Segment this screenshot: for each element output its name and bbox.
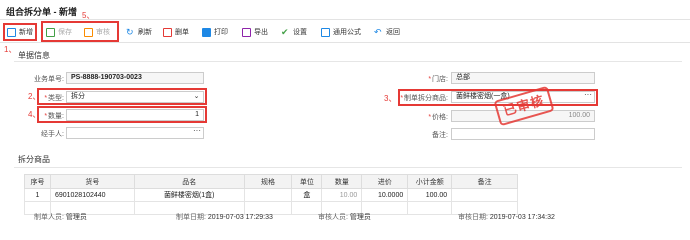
back-icon: ↶ — [374, 26, 382, 37]
col-header-qty: 数量 — [321, 174, 363, 189]
footer-auditor: 审核人员: 管理员 — [318, 212, 371, 222]
cell-qty: 10.00 — [321, 188, 363, 202]
print-button-label: 打印 — [214, 29, 228, 36]
delete-doc-button[interactable]: 删单 — [163, 25, 189, 39]
qty-label-text: 数量: — [48, 113, 64, 120]
qty-input[interactable]: 1 — [66, 109, 204, 121]
maker-value: 管理员 — [65, 214, 87, 221]
col-header-remark: 备注 — [451, 174, 518, 189]
annotation-3: 3、 — [384, 94, 397, 103]
delete-doc-icon — [163, 27, 172, 37]
store-label: *门店: — [428, 76, 448, 83]
col-header-subtotal: 小计金额 — [407, 174, 453, 189]
remark-label: 备注: — [432, 132, 448, 139]
doc-no-label: 业务单号: — [34, 76, 64, 83]
auditor-value: 管理员 — [349, 214, 371, 221]
window-title: 组合拆分单 - 新增 — [6, 7, 77, 17]
make-date-value: 2019-07-03 17:29:33 — [207, 214, 273, 221]
col-header-sku: 货号 — [49, 174, 135, 189]
product-label-text: 制单拆分商品: — [404, 95, 448, 102]
type-select-value: 拆分 — [71, 93, 85, 100]
footer-make-date: 制单日期: 2019-07-03 17:29:33 — [176, 212, 273, 222]
maker-label: 制单人员: — [34, 214, 64, 221]
type-label-text: 类型: — [48, 95, 64, 102]
refresh-button[interactable]: ↻ 刷新 — [126, 25, 152, 39]
back-button[interactable]: ↶ 返回 — [374, 25, 400, 39]
table-header-row: 序号 货号 品名 规格 单位 数量 进价 小计金额 备注 — [24, 174, 518, 189]
type-label: *类型: — [44, 95, 64, 102]
cell-name: 菌鲜楼密烟(1盒) — [133, 188, 245, 202]
product-label: *制单拆分商品: — [400, 95, 448, 102]
audit-date-value: 2019-07-03 17:34:32 — [489, 214, 555, 221]
cell-cost: 10.0000 — [361, 188, 409, 202]
highlight-new-button — [3, 23, 37, 41]
table-row[interactable]: 1 6901028102440 菌鲜楼密烟(1盒) 盒 10.00 10.000… — [24, 188, 518, 202]
cell-sku: 6901028102440 — [49, 188, 135, 202]
export-button[interactable]: 导出 — [242, 25, 268, 39]
col-header-spec: 规格 — [243, 174, 293, 189]
price-label-text: 价格: — [432, 114, 448, 121]
settings-button-label: 设置 — [293, 29, 307, 36]
items-divider — [14, 167, 682, 168]
formula-icon — [321, 27, 330, 37]
footer-audit-date: 审核日期: 2019-07-03 17:34:32 — [458, 212, 555, 222]
items-table: 序号 货号 品名 规格 单位 数量 进价 小计金额 备注 1 690102810… — [24, 174, 518, 215]
items-section-title: 拆分商品 — [18, 155, 50, 164]
col-header-index: 序号 — [24, 174, 51, 189]
highlight-save-audit — [41, 21, 119, 42]
audit-date-label: 审核日期: — [458, 214, 488, 221]
col-header-unit: 单位 — [291, 174, 323, 189]
handler-input[interactable]: ··· — [66, 127, 204, 139]
export-button-label: 导出 — [254, 29, 268, 36]
info-divider — [14, 61, 682, 62]
auditor-label: 审核人员: — [318, 214, 348, 221]
doc-no-field: PS-8888-190703-0023 — [66, 72, 204, 84]
refresh-button-label: 刷新 — [138, 29, 152, 36]
formula-button-label: 通用公式 — [333, 29, 361, 36]
qty-label: *数量: — [44, 113, 64, 120]
title-bar: 组合拆分单 - 新增 — [0, 0, 690, 20]
cell-unit: 盒 — [291, 188, 323, 202]
print-icon — [202, 27, 211, 37]
refresh-icon: ↻ — [126, 26, 134, 37]
store-field: 总部 — [451, 72, 595, 84]
cell-subtotal: 100.00 — [407, 188, 453, 202]
price-label: *价格: — [428, 114, 448, 121]
more-dots-icon[interactable]: ··· — [191, 128, 203, 138]
settings-button[interactable]: ✔ 设置 — [281, 25, 307, 39]
info-section-title: 单据信息 — [18, 51, 50, 60]
make-date-label: 制单日期: — [176, 214, 206, 221]
more-dots-icon[interactable]: ··· — [582, 92, 594, 102]
print-button[interactable]: 打印 — [202, 25, 228, 39]
handler-label: 经手人: — [41, 131, 64, 138]
settings-icon: ✔ — [281, 26, 289, 37]
store-label-text: 门店: — [432, 76, 448, 83]
chevron-down-icon: ⌄ — [193, 93, 200, 100]
export-icon — [242, 27, 251, 37]
type-select[interactable]: 拆分 ⌄ — [66, 91, 204, 103]
footer-maker: 制单人员: 管理员 — [34, 212, 87, 222]
formula-button[interactable]: 通用公式 — [321, 25, 361, 39]
cell-index: 1 — [24, 188, 51, 202]
cell-spec — [243, 188, 293, 202]
back-button-label: 返回 — [386, 29, 400, 36]
remark-input[interactable] — [451, 128, 595, 140]
col-header-cost: 进价 — [361, 174, 409, 189]
col-header-name: 品名 — [133, 174, 245, 189]
annotation-1: 1、 — [4, 45, 17, 54]
delete-doc-button-label: 删单 — [175, 29, 189, 36]
cell-remark — [451, 188, 518, 202]
annotation-5: 5、 — [82, 11, 95, 20]
